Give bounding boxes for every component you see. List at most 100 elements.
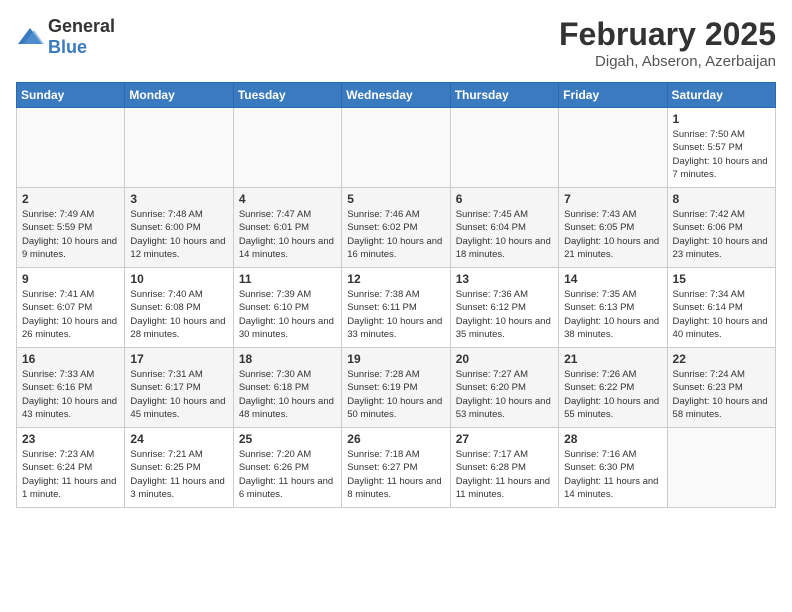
week-row-5: 23Sunrise: 7:23 AM Sunset: 6:24 PM Dayli…	[17, 428, 776, 508]
day-info: Sunrise: 7:46 AM Sunset: 6:02 PM Dayligh…	[347, 208, 444, 261]
day-cell	[450, 108, 558, 188]
day-cell: 14 Sunrise: 7:35 AM Sunset: 6:13 PM Dayli…	[559, 268, 667, 348]
day-info: Sunrise: 7:38 AM Sunset: 6:11 PM Dayligh…	[347, 288, 444, 341]
day-number: 12	[347, 272, 444, 286]
day-cell: 11 Sunrise: 7:39 AM Sunset: 6:10 PM Dayli…	[233, 268, 341, 348]
day-info: Sunrise: 7:35 AM Sunset: 6:13 PM Dayligh…	[564, 288, 661, 341]
weekday-header-sunday: Sunday	[17, 83, 125, 108]
week-row-3: 9 Sunrise: 7:41 AM Sunset: 6:07 PM Daylig…	[17, 268, 776, 348]
day-cell: 17 Sunrise: 7:31 AM Sunset: 6:17 PM Dayli…	[125, 348, 233, 428]
day-number: 4	[239, 192, 336, 206]
weekday-header-friday: Friday	[559, 83, 667, 108]
day-cell: 13 Sunrise: 7:36 AM Sunset: 6:12 PM Dayli…	[450, 268, 558, 348]
day-number: 27	[456, 432, 553, 446]
day-number: 14	[564, 272, 661, 286]
day-number: 22	[673, 352, 770, 366]
day-cell: 5 Sunrise: 7:46 AM Sunset: 6:02 PM Daylig…	[342, 188, 450, 268]
day-cell: 15 Sunrise: 7:34 AM Sunset: 6:14 PM Dayli…	[667, 268, 775, 348]
day-number: 23	[22, 432, 119, 446]
week-row-1: 1 Sunrise: 7:50 AM Sunset: 5:57 PM Daylig…	[17, 108, 776, 188]
month-year: February 2025	[559, 16, 776, 53]
day-info: Sunrise: 7:20 AM Sunset: 6:26 PM Dayligh…	[239, 448, 336, 501]
title-area: February 2025 Digah, Abseron, Azerbaijan	[559, 16, 776, 70]
day-cell: 18 Sunrise: 7:30 AM Sunset: 6:18 PM Dayli…	[233, 348, 341, 428]
day-cell: 19 Sunrise: 7:28 AM Sunset: 6:19 PM Dayli…	[342, 348, 450, 428]
day-cell: 4 Sunrise: 7:47 AM Sunset: 6:01 PM Daylig…	[233, 188, 341, 268]
day-info: Sunrise: 7:31 AM Sunset: 6:17 PM Dayligh…	[130, 368, 227, 421]
logo-text: General Blue	[48, 16, 115, 58]
day-number: 17	[130, 352, 227, 366]
day-info: Sunrise: 7:17 AM Sunset: 6:28 PM Dayligh…	[456, 448, 553, 501]
day-info: Sunrise: 7:47 AM Sunset: 6:01 PM Dayligh…	[239, 208, 336, 261]
day-info: Sunrise: 7:30 AM Sunset: 6:18 PM Dayligh…	[239, 368, 336, 421]
day-number: 9	[22, 272, 119, 286]
day-cell	[559, 108, 667, 188]
day-info: Sunrise: 7:27 AM Sunset: 6:20 PM Dayligh…	[456, 368, 553, 421]
weekday-header-row: SundayMondayTuesdayWednesdayThursdayFrid…	[17, 83, 776, 108]
day-number: 1	[673, 112, 770, 126]
day-info: Sunrise: 7:48 AM Sunset: 6:00 PM Dayligh…	[130, 208, 227, 261]
day-info: Sunrise: 7:16 AM Sunset: 6:30 PM Dayligh…	[564, 448, 661, 501]
day-number: 25	[239, 432, 336, 446]
day-cell: 8 Sunrise: 7:42 AM Sunset: 6:06 PM Daylig…	[667, 188, 775, 268]
day-number: 10	[130, 272, 227, 286]
day-cell: 10Sunrise: 7:40 AM Sunset: 6:08 PM Dayli…	[125, 268, 233, 348]
day-cell: 27 Sunrise: 7:17 AM Sunset: 6:28 PM Dayli…	[450, 428, 558, 508]
logo-icon	[16, 26, 44, 48]
week-row-4: 16Sunrise: 7:33 AM Sunset: 6:16 PM Dayli…	[17, 348, 776, 428]
day-info: Sunrise: 7:49 AM Sunset: 5:59 PM Dayligh…	[22, 208, 119, 261]
day-cell	[125, 108, 233, 188]
day-number: 20	[456, 352, 553, 366]
weekday-header-wednesday: Wednesday	[342, 83, 450, 108]
day-info: Sunrise: 7:24 AM Sunset: 6:23 PM Dayligh…	[673, 368, 770, 421]
day-info: Sunrise: 7:28 AM Sunset: 6:19 PM Dayligh…	[347, 368, 444, 421]
day-number: 24	[130, 432, 227, 446]
day-cell: 20 Sunrise: 7:27 AM Sunset: 6:20 PM Dayli…	[450, 348, 558, 428]
day-cell: 22 Sunrise: 7:24 AM Sunset: 6:23 PM Dayli…	[667, 348, 775, 428]
day-cell: 6 Sunrise: 7:45 AM Sunset: 6:04 PM Daylig…	[450, 188, 558, 268]
day-cell: 26Sunrise: 7:18 AM Sunset: 6:27 PM Dayli…	[342, 428, 450, 508]
logo-general: General	[48, 16, 115, 36]
day-number: 16	[22, 352, 119, 366]
day-number: 7	[564, 192, 661, 206]
day-number: 8	[673, 192, 770, 206]
day-number: 15	[673, 272, 770, 286]
day-cell: 25 Sunrise: 7:20 AM Sunset: 6:26 PM Dayli…	[233, 428, 341, 508]
day-info: Sunrise: 7:36 AM Sunset: 6:12 PM Dayligh…	[456, 288, 553, 341]
weekday-header-thursday: Thursday	[450, 83, 558, 108]
day-cell: 24Sunrise: 7:21 AM Sunset: 6:25 PM Dayli…	[125, 428, 233, 508]
day-number: 18	[239, 352, 336, 366]
day-number: 11	[239, 272, 336, 286]
day-number: 13	[456, 272, 553, 286]
day-cell: 2 Sunrise: 7:49 AM Sunset: 5:59 PM Daylig…	[17, 188, 125, 268]
weekday-header-monday: Monday	[125, 83, 233, 108]
day-number: 6	[456, 192, 553, 206]
day-cell: 23Sunrise: 7:23 AM Sunset: 6:24 PM Dayli…	[17, 428, 125, 508]
day-number: 5	[347, 192, 444, 206]
day-number: 28	[564, 432, 661, 446]
day-cell: 16Sunrise: 7:33 AM Sunset: 6:16 PM Dayli…	[17, 348, 125, 428]
day-cell: 1 Sunrise: 7:50 AM Sunset: 5:57 PM Daylig…	[667, 108, 775, 188]
day-cell: 9 Sunrise: 7:41 AM Sunset: 6:07 PM Daylig…	[17, 268, 125, 348]
day-info: Sunrise: 7:41 AM Sunset: 6:07 PM Dayligh…	[22, 288, 119, 341]
day-cell: 12 Sunrise: 7:38 AM Sunset: 6:11 PM Dayli…	[342, 268, 450, 348]
day-cell	[342, 108, 450, 188]
day-cell: 3Sunrise: 7:48 AM Sunset: 6:00 PM Daylig…	[125, 188, 233, 268]
day-info: Sunrise: 7:45 AM Sunset: 6:04 PM Dayligh…	[456, 208, 553, 261]
day-info: Sunrise: 7:34 AM Sunset: 6:14 PM Dayligh…	[673, 288, 770, 341]
page-header: General Blue February 2025 Digah, Absero…	[16, 16, 776, 70]
day-cell	[233, 108, 341, 188]
day-info: Sunrise: 7:26 AM Sunset: 6:22 PM Dayligh…	[564, 368, 661, 421]
location: Digah, Abseron, Azerbaijan	[559, 53, 776, 70]
day-info: Sunrise: 7:39 AM Sunset: 6:10 PM Dayligh…	[239, 288, 336, 341]
calendar-table: SundayMondayTuesdayWednesdayThursdayFrid…	[16, 82, 776, 508]
day-info: Sunrise: 7:43 AM Sunset: 6:05 PM Dayligh…	[564, 208, 661, 261]
day-cell: 7 Sunrise: 7:43 AM Sunset: 6:05 PM Daylig…	[559, 188, 667, 268]
day-cell: 21Sunrise: 7:26 AM Sunset: 6:22 PM Dayli…	[559, 348, 667, 428]
week-row-2: 2 Sunrise: 7:49 AM Sunset: 5:59 PM Daylig…	[17, 188, 776, 268]
day-number: 2	[22, 192, 119, 206]
day-number: 19	[347, 352, 444, 366]
day-cell: 28 Sunrise: 7:16 AM Sunset: 6:30 PM Dayli…	[559, 428, 667, 508]
day-info: Sunrise: 7:42 AM Sunset: 6:06 PM Dayligh…	[673, 208, 770, 261]
day-info: Sunrise: 7:50 AM Sunset: 5:57 PM Dayligh…	[673, 128, 770, 181]
